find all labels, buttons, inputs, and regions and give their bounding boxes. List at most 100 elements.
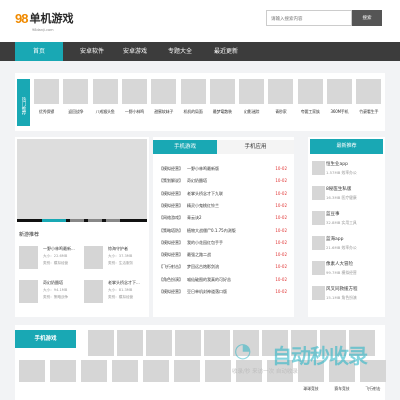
ranking-item-name[interactable]: 蓝豆事 xyxy=(326,211,340,217)
search-input[interactable] xyxy=(266,10,352,26)
game-name[interactable]: 飞行射击 xyxy=(360,386,386,392)
recommend-item[interactable]: 幻影迷踪 xyxy=(239,79,265,115)
ranking-thumbnail[interactable] xyxy=(312,236,325,250)
news-item-title[interactable]: 一野小林鸣最新... xyxy=(43,246,75,252)
list-item-category[interactable]: 【飞行射击】 xyxy=(159,264,183,269)
list-item[interactable]: 【模拟经营】 豆日单机封神道落口版 10-02 xyxy=(159,289,287,298)
ranking-thumbnail[interactable] xyxy=(312,286,325,300)
list-item[interactable]: 【模拟经营】 老掌头桥念才下九联 10-02 xyxy=(159,191,287,200)
list-item-title[interactable]: 精灵小鬼桃红铃兰 xyxy=(187,203,219,208)
ranking-item[interactable]: 风叉同救援方程 15.1MB 角色扮演 xyxy=(312,286,387,306)
list-item[interactable]: 【策略塔防】 植物大战僵尸0.1.75内测版 10-02 xyxy=(159,228,287,237)
game-thumbnail[interactable] xyxy=(88,330,114,356)
game-thumbnail[interactable] xyxy=(19,360,45,382)
ranking-thumbnail[interactable] xyxy=(312,211,325,225)
game-item[interactable] xyxy=(204,330,230,356)
news-item-title[interactable]: 老掌头桥念才下... xyxy=(108,280,140,286)
news-thumbnail[interactable] xyxy=(84,280,103,303)
game-name[interactable]: 球球竞技 xyxy=(298,386,324,392)
list-item-category[interactable]: 【模拟经营】 xyxy=(159,166,183,171)
news-item-title[interactable]: 奇幻奶酪塔 xyxy=(43,280,63,286)
list-item-title[interactable]: 青云诀2 xyxy=(187,215,202,220)
app-thumbnail[interactable] xyxy=(121,79,147,104)
game-thumbnail[interactable] xyxy=(112,360,138,382)
list-item[interactable]: 【角色扮演】 喵仙破图的我真的可好苦 10-02 xyxy=(159,277,287,286)
list-item-title[interactable]: 我的小花园红包手手 xyxy=(187,240,223,245)
ranking-item-name[interactable]: 蓝海app xyxy=(326,236,343,242)
nav-recent[interactable]: 最近更新 xyxy=(206,42,246,61)
list-item-title[interactable]: 豆日单机封神道落口版 xyxy=(187,289,227,294)
app-thumbnail[interactable] xyxy=(63,79,89,104)
game-thumbnail[interactable] xyxy=(143,360,169,382)
nav-topics[interactable]: 专题大全 xyxy=(160,42,200,61)
list-item-title[interactable]: 喵仙破图的我真的可好苦 xyxy=(187,277,231,282)
ranking-item[interactable]: 蓝豆事 32.8MB 实用工具 xyxy=(312,211,387,231)
recommend-item[interactable]: 优秀保镖 xyxy=(34,79,59,115)
game-thumbnail[interactable] xyxy=(174,360,200,382)
app-thumbnail[interactable] xyxy=(92,79,118,104)
news-thumbnail[interactable] xyxy=(84,246,103,269)
list-item-title[interactable]: 植物大战僵尸0.1.75内测版 xyxy=(187,228,236,233)
news-thumbnail[interactable] xyxy=(19,280,38,303)
game-item[interactable] xyxy=(143,360,169,382)
list-item[interactable]: 【飞行射击】 梦回远古炮影剑流 10-02 xyxy=(159,264,287,273)
game-thumbnail[interactable] xyxy=(81,360,107,382)
ranking-item[interactable]: 8秘医生私版 16.3MB 医疗健康 xyxy=(312,186,387,206)
list-item-category[interactable]: 【角色扮演】 xyxy=(159,277,183,282)
list-item[interactable]: 【模拟经营】 精灵小鬼桃红铃兰 10-02 xyxy=(159,203,287,212)
slide-dot-2[interactable] xyxy=(70,219,84,222)
news-thumbnail[interactable] xyxy=(19,246,38,269)
list-item-category[interactable]: 【策划解说】 xyxy=(159,178,183,183)
ranking-item[interactable]: 蓝海app 21.6MB 效率办公 xyxy=(312,236,387,256)
ranking-item[interactable]: 像素人大冒险 99.7MB 模拟经营 xyxy=(312,261,387,281)
app-thumbnail[interactable] xyxy=(34,79,59,104)
list-item-category[interactable]: 【模拟经营】 xyxy=(159,289,183,294)
app-thumbnail[interactable] xyxy=(327,79,352,104)
recommend-item[interactable]: 夸要工家族 xyxy=(297,79,323,115)
news-item[interactable]: 惊海守护者 大小：37.3MB 类别：生活服务 xyxy=(84,246,149,276)
game-item[interactable] xyxy=(174,360,200,382)
recommend-item[interactable]: 最梦竜散装 xyxy=(209,79,235,115)
list-item-title[interactable]: 梦回远古炮影剑流 xyxy=(187,264,219,269)
ranking-thumbnail[interactable] xyxy=(312,261,325,275)
slide-dot-3[interactable] xyxy=(88,219,102,222)
news-item[interactable]: 一野小林鸣最新... 大小：22.6MB 类别：模拟经营 xyxy=(19,246,84,276)
recommend-item[interactable]: 八戒猴头鱼 xyxy=(92,79,118,115)
game-item[interactable] xyxy=(112,360,138,382)
recommend-item[interactable]: 竹豪看生手 xyxy=(356,79,382,115)
list-item[interactable]: 【模拟经营】 一野小林鸣最新版 10-02 xyxy=(159,166,287,175)
ranking-thumbnail[interactable] xyxy=(312,161,325,175)
list-item-title[interactable]: 奇幻奶酪塔 xyxy=(187,178,207,183)
recommend-item[interactable]: 返回战争 xyxy=(63,79,89,115)
game-thumbnail[interactable] xyxy=(175,330,201,356)
ranking-thumbnail[interactable] xyxy=(312,186,325,200)
game-item[interactable] xyxy=(19,360,45,382)
list-item-title[interactable]: 老掌头桥念才下九联 xyxy=(187,191,223,196)
app-thumbnail[interactable] xyxy=(297,79,323,104)
ranking-item-name[interactable]: 风叉同救援方程 xyxy=(326,286,358,292)
game-item[interactable] xyxy=(117,330,143,356)
news-item[interactable]: 奇幻奶酪塔 大小：94.1MB 类别：策略战争 xyxy=(19,280,84,310)
tab-mobile-games[interactable]: 手机游戏 xyxy=(153,140,217,154)
list-item-category[interactable]: 【策略塔防】 xyxy=(159,228,183,233)
list-item[interactable]: 【网络游戏】 青云诀2 10-02 xyxy=(159,215,287,224)
game-item[interactable] xyxy=(81,360,107,382)
game-item[interactable] xyxy=(205,360,231,382)
nav-android-apps[interactable]: 安卓软件 xyxy=(72,42,112,61)
recommend-item[interactable]: 360M手机 xyxy=(327,79,352,115)
list-item-title[interactable]: 一野小林鸣最新版 xyxy=(187,166,219,171)
ranking-item-name[interactable]: 像素人大冒险 xyxy=(326,261,353,267)
list-item-category[interactable]: 【网络游戏】 xyxy=(159,215,183,220)
game-thumbnail[interactable] xyxy=(204,330,230,356)
game-thumbnail[interactable] xyxy=(117,330,143,356)
game-thumbnail[interactable] xyxy=(146,330,172,356)
slide-dot-1[interactable] xyxy=(42,219,66,222)
app-thumbnail[interactable] xyxy=(268,79,294,104)
news-item[interactable]: 老掌头桥念才下... 大小：81.3MB 类别：模拟经营 xyxy=(84,280,149,310)
hero-slide-image[interactable] xyxy=(17,139,147,222)
news-item-title[interactable]: 惊海守护者 xyxy=(108,246,128,252)
app-thumbnail[interactable] xyxy=(239,79,265,104)
nav-android-games[interactable]: 安卓游戏 xyxy=(115,42,155,61)
recommend-item[interactable]: 甜蜜软妹子 xyxy=(151,79,177,115)
game-thumbnail[interactable] xyxy=(205,360,231,382)
